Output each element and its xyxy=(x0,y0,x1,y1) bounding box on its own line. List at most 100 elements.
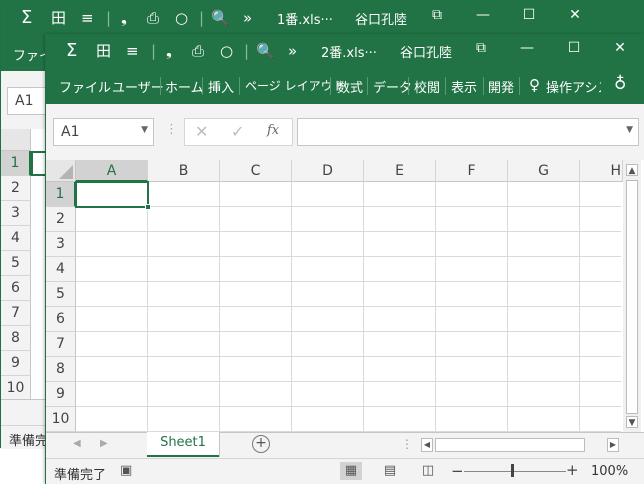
ribbon-display-icon[interactable]: ⧉ xyxy=(414,7,460,23)
name-box[interactable]: A1 ▼ xyxy=(53,118,154,146)
column-header-f[interactable]: F xyxy=(436,160,508,182)
zoom-slider[interactable] xyxy=(464,471,566,472)
autosum-icon[interactable]: Σ xyxy=(66,41,77,61)
maximize-icon[interactable]: ☐ xyxy=(506,7,552,23)
column-header-h[interactable]: H xyxy=(580,160,623,182)
normal-view-icon[interactable]: ▦ xyxy=(340,462,362,480)
zoom-level[interactable]: 100% xyxy=(591,464,628,479)
zoom-icon[interactable]: 🔍 xyxy=(211,8,230,28)
row-header-10[interactable]: 10 xyxy=(46,407,76,432)
shape-icon[interactable]: ○ xyxy=(175,8,188,28)
autosum-icon[interactable]: Σ xyxy=(21,8,32,28)
sheet-next-icon[interactable]: ▶ xyxy=(100,438,108,449)
add-sheet-icon[interactable]: + xyxy=(252,435,270,453)
select-all-button[interactable] xyxy=(46,160,76,182)
column-header-d[interactable]: D xyxy=(292,160,364,182)
tab-view[interactable]: 表示 xyxy=(451,77,477,96)
comma-style-icon[interactable]: ❟ xyxy=(166,41,172,61)
ribbon-display-icon[interactable]: ⧉ xyxy=(458,40,504,56)
back-user-name[interactable]: 谷口孔陸 xyxy=(355,9,407,28)
scroll-down-icon[interactable]: ▼ xyxy=(626,416,638,428)
column-header-e[interactable]: E xyxy=(364,160,436,182)
split-handle-icon[interactable]: ⋮ xyxy=(401,437,413,451)
chevron-down-icon[interactable]: ▼ xyxy=(141,125,148,135)
scroll-right-icon[interactable]: ▶ xyxy=(607,438,619,452)
cell-area[interactable] xyxy=(76,182,621,432)
back-row-header[interactable]: 7 xyxy=(1,301,31,326)
page-layout-view-icon[interactable]: ▤ xyxy=(379,462,401,480)
row-header-7[interactable]: 7 xyxy=(46,332,76,357)
scroll-left-icon[interactable]: ◀ xyxy=(421,438,433,452)
scroll-up-icon[interactable]: ▲ xyxy=(626,164,638,176)
borders-icon[interactable]: 田 xyxy=(51,8,66,28)
chevron-down-icon[interactable]: ▼ xyxy=(626,125,633,135)
lightbulb-icon[interactable]: ♀ xyxy=(529,76,540,94)
more-commands-icon[interactable]: » xyxy=(243,8,252,28)
row-header-4[interactable]: 4 xyxy=(46,257,76,282)
more-commands-icon[interactable]: » xyxy=(288,41,297,61)
row-header-3[interactable]: 3 xyxy=(46,232,76,257)
sheet-prev-icon[interactable]: ◀ xyxy=(73,438,81,449)
tab-home[interactable]: ホーム xyxy=(165,77,204,96)
front-excel-window[interactable]: Σ 田 ≡ | ❟ ⎙ ○ | 🔍 » 2番.xls··· 谷口孔陸 ⧉ — ☐… xyxy=(45,34,644,484)
row-header-5[interactable]: 5 xyxy=(46,282,76,307)
row-header-8[interactable]: 8 xyxy=(46,357,76,382)
front-user-name[interactable]: 谷口孔陸 xyxy=(400,42,452,61)
insert-function-icon[interactable]: fx xyxy=(267,123,279,138)
page-break-view-icon[interactable]: ◫ xyxy=(417,462,439,480)
tab-review[interactable]: 校閲 xyxy=(414,77,440,96)
fill-handle[interactable] xyxy=(145,204,151,210)
row-header-2[interactable]: 2 xyxy=(46,207,76,232)
column-header-a[interactable]: A xyxy=(76,160,148,182)
tab-user[interactable]: ユーザー xyxy=(112,77,164,96)
cancel-icon[interactable]: ✕ xyxy=(195,122,208,141)
borders-icon[interactable]: 田 xyxy=(96,41,111,61)
column-header-c[interactable]: C xyxy=(220,160,292,182)
share-icon[interactable]: ♁ xyxy=(614,74,626,94)
tab-insert[interactable]: 挿入 xyxy=(208,77,234,96)
close-icon[interactable]: ✕ xyxy=(597,40,643,56)
align-icon[interactable]: ≡ xyxy=(126,41,139,61)
tab-formulas[interactable]: 数式 xyxy=(337,77,363,96)
back-row-header[interactable]: 8 xyxy=(1,326,31,351)
print-preview-icon[interactable]: ⎙ xyxy=(147,8,159,28)
tab-file[interactable]: ファイル xyxy=(59,77,111,96)
row-header-1[interactable]: 1 xyxy=(46,182,76,207)
back-row-header[interactable]: 1 xyxy=(1,151,31,176)
tab-data[interactable]: データ xyxy=(373,77,412,96)
align-icon[interactable]: ≡ xyxy=(81,8,94,28)
resize-handle-icon[interactable]: ⋮ xyxy=(165,122,178,137)
zoom-in-icon[interactable]: + xyxy=(566,461,579,479)
back-row-header[interactable]: 10 xyxy=(1,376,31,401)
back-row-header[interactable]: 6 xyxy=(1,276,31,301)
column-header-g[interactable]: G xyxy=(508,160,580,182)
back-name-box[interactable]: A1 xyxy=(7,87,47,115)
back-row-header[interactable]: 2 xyxy=(1,176,31,201)
enter-icon[interactable]: ✓ xyxy=(231,122,244,141)
back-select-all[interactable] xyxy=(1,129,31,151)
zoom-icon[interactable]: 🔍 xyxy=(256,41,275,61)
close-icon[interactable]: ✕ xyxy=(552,7,598,23)
vertical-scrollbar[interactable]: ▲ ▼ xyxy=(623,160,641,432)
maximize-icon[interactable]: ☐ xyxy=(551,40,597,56)
zoom-out-icon[interactable]: − xyxy=(451,462,464,480)
zoom-slider-thumb[interactable] xyxy=(511,464,514,477)
comma-style-icon[interactable]: ❟ xyxy=(121,8,127,28)
horizontal-scroll-thumb[interactable] xyxy=(435,438,585,452)
tab-developer[interactable]: 開発 xyxy=(488,77,514,96)
back-row-header[interactable]: 9 xyxy=(1,351,31,376)
vertical-scroll-thumb[interactable] xyxy=(626,180,638,414)
row-header-9[interactable]: 9 xyxy=(46,382,76,407)
back-row-header[interactable]: 3 xyxy=(1,201,31,226)
formula-input[interactable]: ▼ xyxy=(297,118,639,146)
column-header-b[interactable]: B xyxy=(148,160,220,182)
horizontal-scrollbar[interactable]: ◀ ▶ xyxy=(421,438,621,452)
sheet-tab-sheet1[interactable]: Sheet1 xyxy=(147,432,219,457)
print-preview-icon[interactable]: ⎙ xyxy=(192,41,204,61)
minimize-icon[interactable]: — xyxy=(504,40,550,56)
active-cell[interactable] xyxy=(75,181,149,208)
tell-me-search[interactable]: 操作アシスト xyxy=(546,77,601,96)
row-header-6[interactable]: 6 xyxy=(46,307,76,332)
macro-record-icon[interactable]: ▣ xyxy=(120,463,132,478)
back-row-header[interactable]: 5 xyxy=(1,251,31,276)
